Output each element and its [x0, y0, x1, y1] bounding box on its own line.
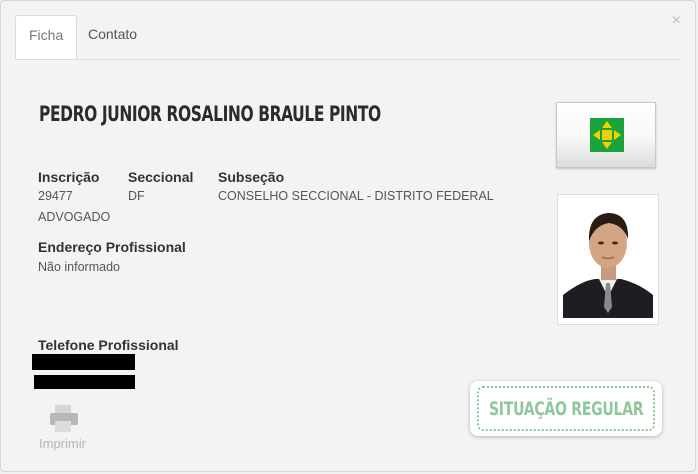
printer-icon[interactable]: [46, 404, 82, 434]
profile-modal: × Ficha Contato PEDRO JUNIOR ROSALINO BR…: [0, 0, 696, 472]
inscricao-label: Inscrição: [38, 169, 100, 185]
status-badge-border: SITUAÇÃO REGULAR: [477, 386, 655, 431]
tab-contato[interactable]: Contato: [75, 15, 150, 59]
tab-bar: Ficha Contato: [15, 15, 681, 60]
flag-emblem: [593, 121, 621, 149]
tipo-value: ADVOGADO: [38, 210, 111, 224]
printer-glyph: [50, 405, 78, 432]
profile-photo: [557, 194, 659, 325]
df-flag-icon: [556, 102, 656, 168]
endereco-label: Endereço Profissional: [38, 239, 186, 255]
endereco-value: Não informado: [38, 260, 120, 274]
photo-image: [563, 201, 653, 318]
flag-green-field: [590, 118, 624, 152]
telefone-label: Telefone Profissional: [38, 337, 179, 353]
tab-ficha[interactable]: Ficha: [15, 15, 78, 59]
status-text: SITUAÇÃO REGULAR: [488, 397, 644, 420]
seccional-label: Seccional: [128, 169, 194, 185]
seccional-value: DF: [128, 189, 145, 203]
print-label[interactable]: Imprimir: [39, 436, 86, 451]
subsecao-label: Subseção: [218, 169, 285, 185]
redacted-phone-2: [34, 375, 135, 389]
lawyer-name: PEDRO JUNIOR ROSALINO BRAULE PINTO: [39, 102, 381, 126]
status-badge: SITUAÇÃO REGULAR: [470, 381, 662, 436]
subsecao-value: CONSELHO SECCIONAL - DISTRITO FEDERAL: [218, 189, 494, 203]
inscricao-value: 29477: [38, 189, 73, 203]
redacted-phone-1: [32, 354, 135, 370]
